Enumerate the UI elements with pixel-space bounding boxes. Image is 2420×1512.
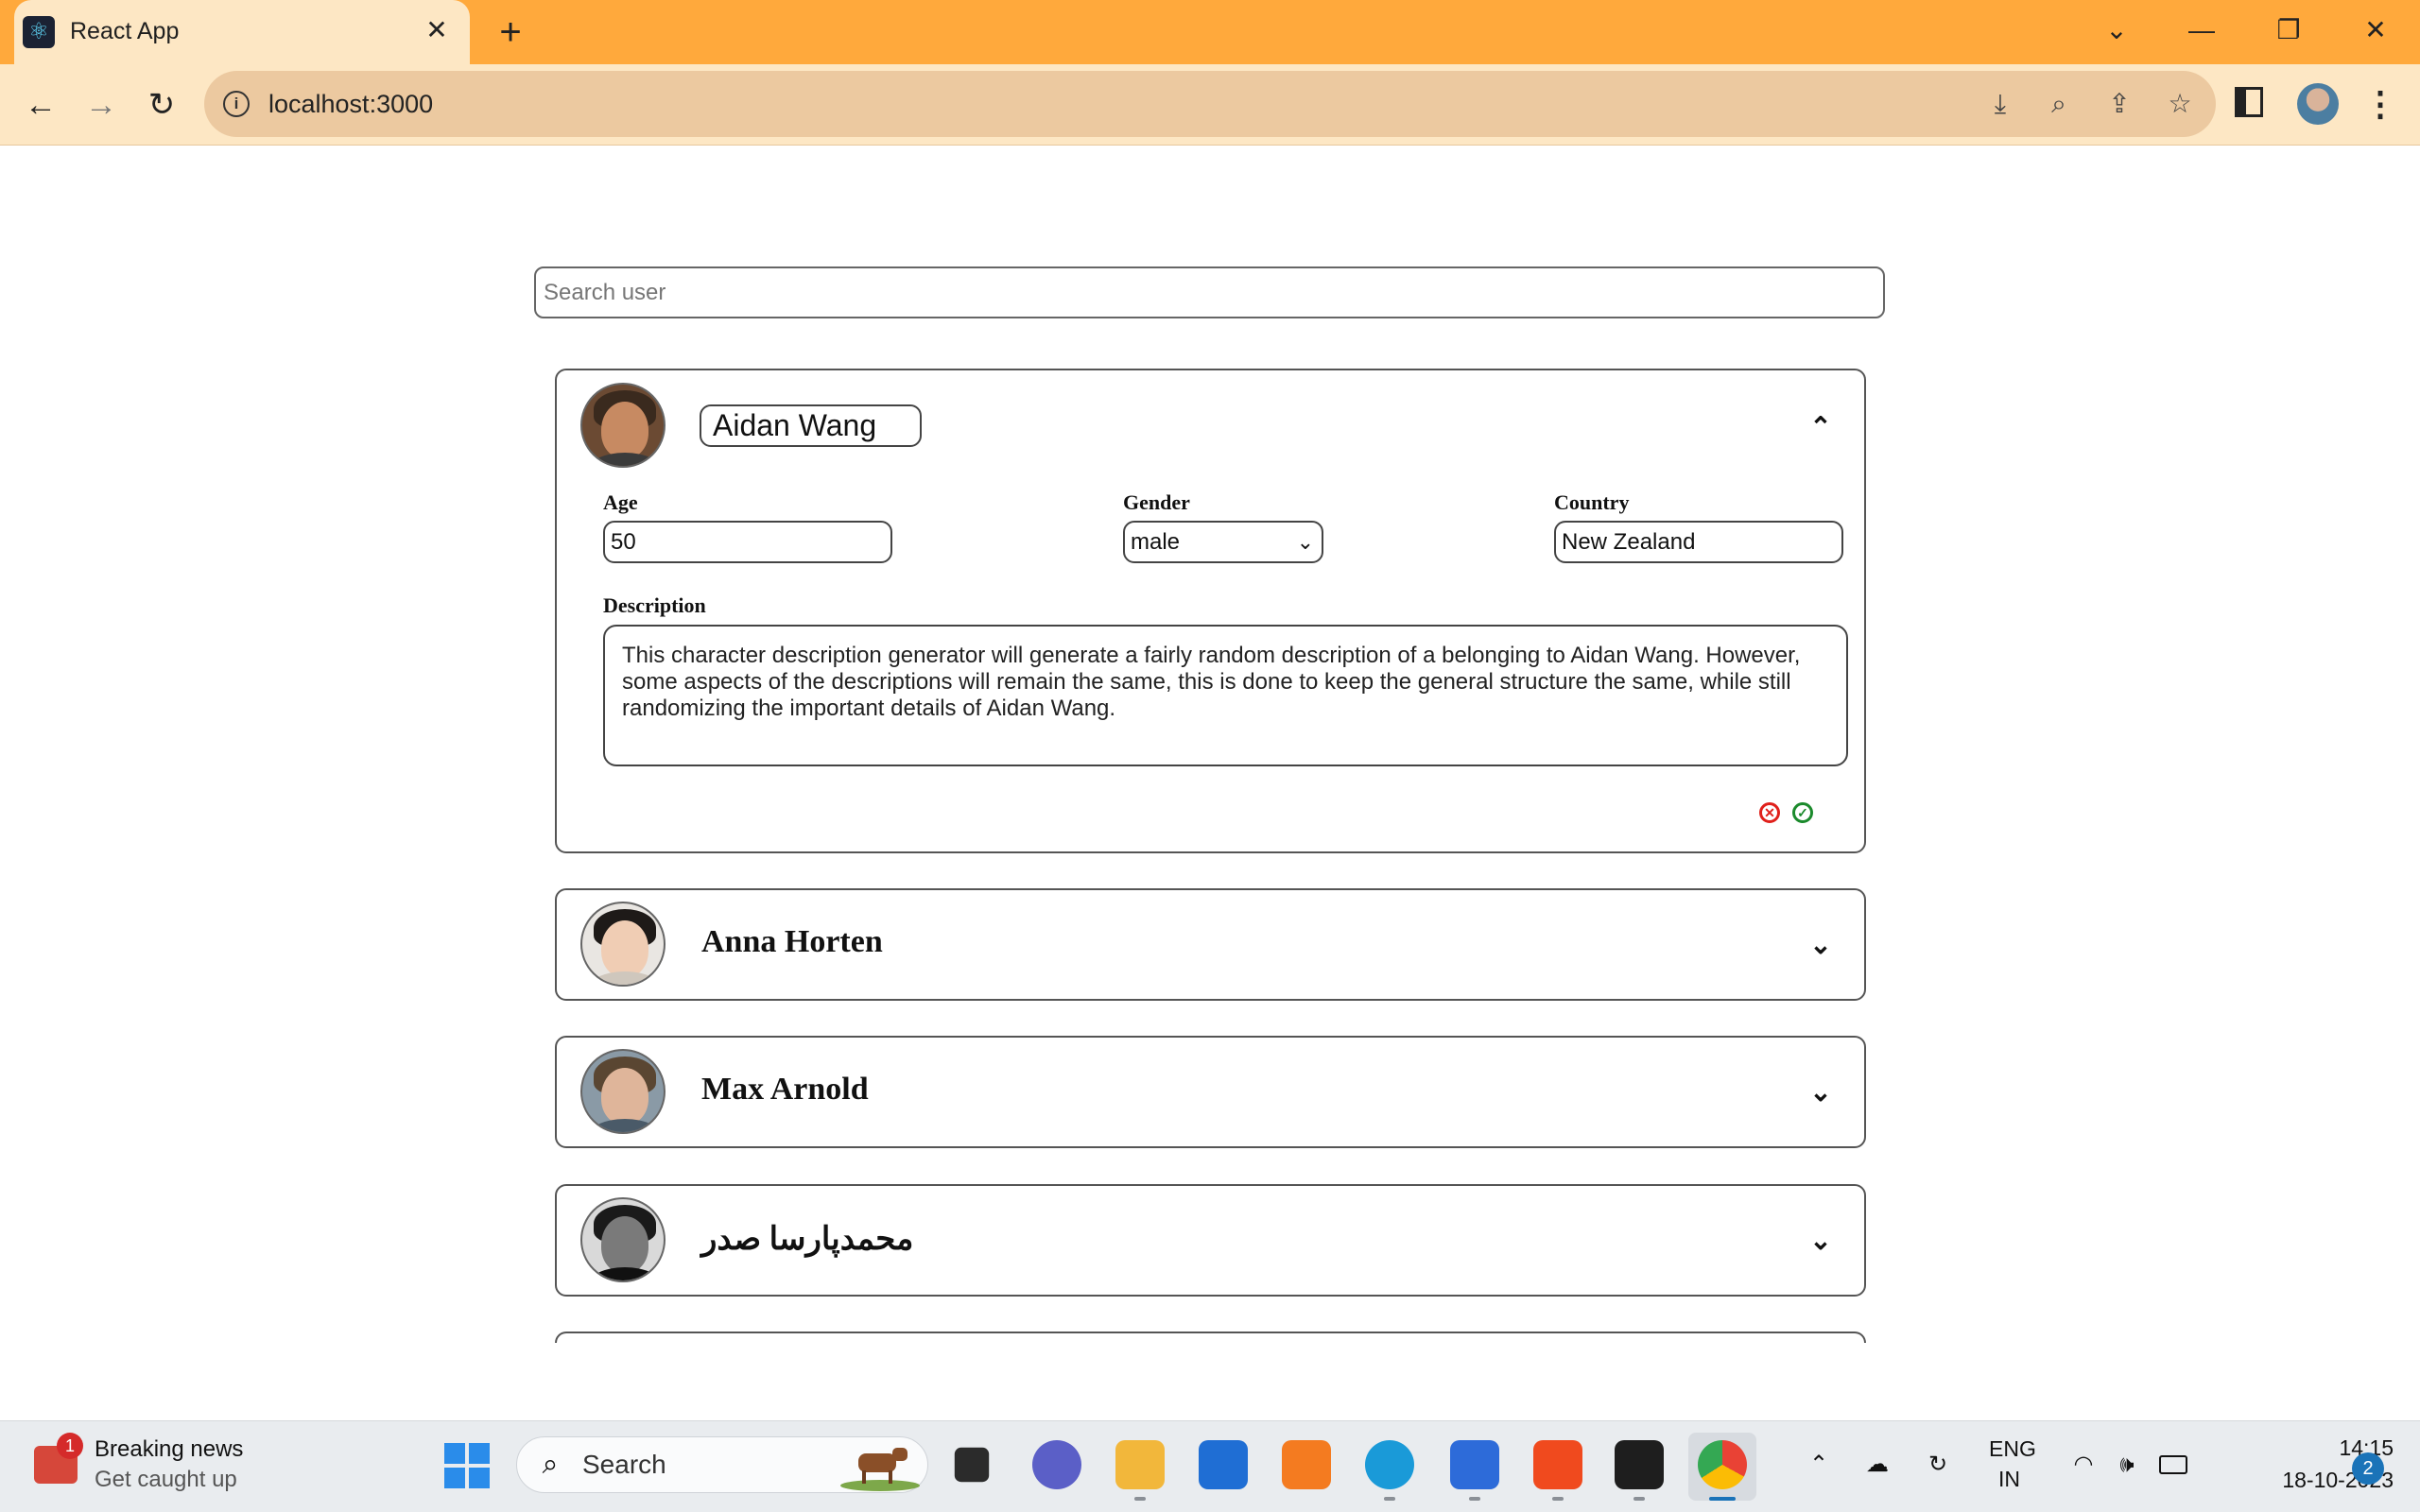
wifi-icon[interactable]: ◠ xyxy=(2065,1446,2102,1484)
user-name: محمدپارسا صدر xyxy=(701,1222,914,1257)
news-badge: 1 xyxy=(57,1433,83,1459)
file-explorer-icon[interactable] xyxy=(1115,1440,1165,1489)
chevron-up-icon[interactable]: ⌃ xyxy=(1802,1446,1836,1484)
chevron-up-icon[interactable]: ⌃ xyxy=(1802,408,1840,446)
edge-icon[interactable] xyxy=(1365,1440,1414,1489)
forward-icon[interactable]: → xyxy=(78,81,125,129)
site-info-icon[interactable]: i xyxy=(223,91,250,117)
notification-badge[interactable]: 2 xyxy=(2352,1452,2384,1485)
page-bottom-mask xyxy=(529,1343,1891,1418)
running-indicator xyxy=(1469,1497,1480,1501)
address-bar[interactable] xyxy=(204,71,2216,137)
close-window-icon[interactable]: ✕ xyxy=(2352,11,2399,49)
user-name: Max Arnold xyxy=(701,1072,869,1107)
bookmark-star-icon[interactable]: ☆ xyxy=(2159,83,2201,125)
taskbar-search-label: Search xyxy=(582,1450,666,1479)
chevron-down-icon[interactable]: ⌄ xyxy=(1802,926,1840,964)
chevron-down-icon[interactable]: ⌄ xyxy=(1802,1222,1840,1260)
side-panel-icon[interactable] xyxy=(2235,87,2263,117)
news-subtitle[interactable]: Get caught up xyxy=(95,1467,237,1493)
share-icon[interactable]: ⇪ xyxy=(2099,83,2140,125)
xampp-icon[interactable] xyxy=(1282,1440,1331,1489)
age-field[interactable]: 50 xyxy=(603,521,892,563)
gender-label: Gender xyxy=(1123,490,1190,514)
chevron-down-icon: ⌄ xyxy=(1296,530,1314,554)
country-label: Country xyxy=(1554,490,1630,514)
terminal-icon[interactable] xyxy=(1615,1440,1664,1489)
tab-search-chevron-icon[interactable]: ⌄ xyxy=(2093,11,2140,49)
country-field[interactable]: New Zealand xyxy=(1554,521,1843,563)
url-text[interactable]: localhost:3000 xyxy=(268,87,433,121)
kebab-menu-icon[interactable]: ⋮ xyxy=(2361,83,2399,125)
avatar xyxy=(580,902,666,987)
running-indicator xyxy=(1134,1497,1146,1501)
onedrive-icon[interactable]: ☁ xyxy=(1858,1446,1896,1484)
language-indicator[interactable]: ENG xyxy=(1989,1436,2036,1462)
news-title[interactable]: Breaking news xyxy=(95,1436,243,1463)
chevron-down-icon[interactable]: ⌄ xyxy=(1802,1074,1840,1111)
microsoft-store-icon[interactable] xyxy=(1199,1440,1248,1489)
name-field[interactable] xyxy=(700,404,922,447)
tab-title: React App xyxy=(70,18,180,44)
region-indicator[interactable]: IN xyxy=(1998,1467,2020,1492)
search-highlight-cow-icon xyxy=(840,1448,920,1491)
restore-icon[interactable]: ❐ xyxy=(2265,11,2312,49)
description-label: Description xyxy=(603,593,706,617)
sync-icon[interactable]: ↻ xyxy=(1919,1446,1957,1484)
zoom-icon[interactable]: ⌕ xyxy=(2038,83,2080,125)
cancel-icon[interactable]: ✕ xyxy=(1759,802,1780,823)
profile-avatar[interactable] xyxy=(2297,83,2339,125)
avatar xyxy=(580,1049,666,1134)
reload-icon[interactable]: ↻ xyxy=(138,81,185,129)
back-icon[interactable]: ← xyxy=(17,81,64,129)
battery-icon[interactable] xyxy=(2159,1455,2187,1474)
task-view-icon[interactable] xyxy=(954,1447,990,1483)
user-name: Anna Horten xyxy=(701,924,883,959)
new-tab-icon[interactable]: + xyxy=(492,13,529,51)
react-favicon-icon: ⚛ xyxy=(23,16,55,48)
search-icon: ⌕ xyxy=(542,1449,559,1480)
windows-start-icon[interactable] xyxy=(444,1443,490,1488)
brave-icon[interactable] xyxy=(1533,1440,1582,1489)
avatar xyxy=(580,1197,666,1282)
minimize-icon[interactable]: — xyxy=(2178,11,2225,49)
teams-chat-icon[interactable] xyxy=(1032,1440,1081,1489)
age-label: Age xyxy=(603,490,638,514)
avatar xyxy=(580,383,666,468)
active-indicator xyxy=(1709,1497,1736,1501)
close-tab-icon[interactable]: ✕ xyxy=(420,13,454,47)
gender-value: male xyxy=(1131,529,1181,555)
running-indicator xyxy=(1384,1497,1395,1501)
confirm-icon[interactable]: ✓ xyxy=(1792,802,1813,823)
running-indicator xyxy=(1634,1497,1645,1501)
running-indicator xyxy=(1552,1497,1564,1501)
chrome-icon[interactable] xyxy=(1698,1440,1747,1489)
volume-icon[interactable]: 🕪 xyxy=(2108,1446,2146,1484)
gender-select[interactable]: male ⌄ xyxy=(1123,521,1323,563)
search-user-input[interactable] xyxy=(534,266,1885,318)
description-textarea[interactable]: This character description generator wil… xyxy=(603,625,1848,766)
remote-app-icon[interactable] xyxy=(1450,1440,1499,1489)
install-app-icon[interactable]: ⤓ xyxy=(1979,83,2021,125)
